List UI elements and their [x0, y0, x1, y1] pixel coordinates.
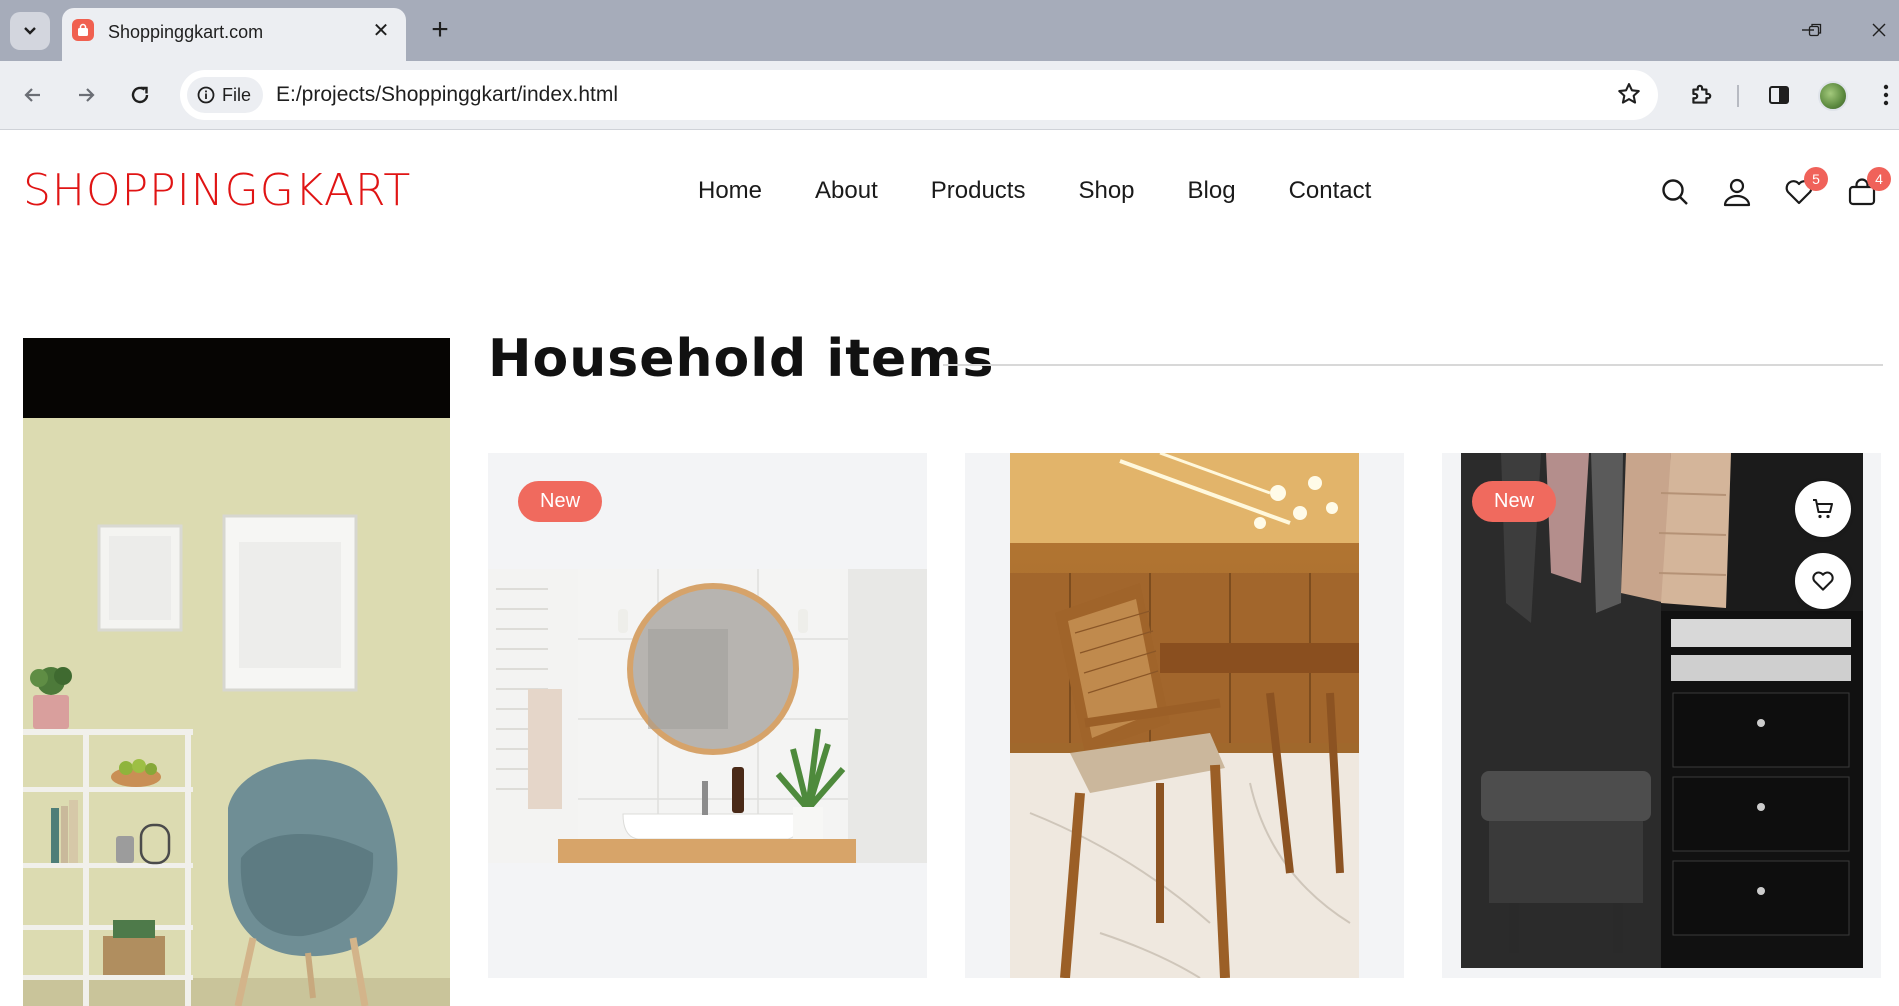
product-card[interactable] [965, 453, 1404, 978]
product-image-chair [1010, 453, 1359, 978]
profile-avatar[interactable] [1818, 81, 1848, 111]
shopping-bag-favicon-icon [72, 19, 94, 41]
nav-contact[interactable]: Contact [1289, 177, 1372, 205]
tab-search-button[interactable] [10, 12, 50, 50]
forward-button[interactable] [68, 77, 104, 113]
close-window-button[interactable] [1859, 12, 1899, 48]
cart-button[interactable]: 4 [1845, 167, 1891, 209]
browser-toolbar: File E:/projects/Shoppinggkart/index.htm… [0, 61, 1899, 130]
site-logo[interactable]: SHOPPINGGKART [23, 165, 411, 216]
product-card[interactable]: New [488, 453, 927, 978]
wishlist-count-badge: 5 [1804, 167, 1828, 191]
add-to-cart-button[interactable] [1795, 481, 1851, 537]
toolbar-divider [1737, 85, 1739, 107]
account-button[interactable] [1720, 175, 1754, 209]
tab-close-icon[interactable]: ✕ [368, 17, 394, 43]
web-page: SHOPPINGGKART Home About Products Shop B… [0, 131, 1899, 1006]
product-card[interactable]: New [1442, 453, 1881, 978]
new-badge: New [518, 481, 603, 522]
arrow-left-icon [24, 88, 40, 102]
user-icon [1723, 178, 1751, 207]
chevron-down-icon [24, 27, 36, 35]
tab-title: Shoppinggkart.com [108, 22, 264, 42]
extensions-button[interactable] [1683, 77, 1719, 113]
nav-blog[interactable]: Blog [1188, 177, 1236, 205]
new-tab-button[interactable]: + [424, 13, 456, 46]
puzzle-icon [1692, 84, 1712, 104]
nav-about[interactable]: About [815, 177, 878, 205]
reload-icon [131, 86, 149, 104]
back-button[interactable] [15, 77, 51, 113]
close-icon [1872, 23, 1886, 37]
nav-products[interactable]: Products [931, 177, 1026, 205]
cart-count-badge: 4 [1867, 167, 1891, 191]
product-image-wardrobe [1461, 453, 1863, 978]
restore-button[interactable] [1795, 12, 1835, 48]
browser-tab-bar: Shoppinggkart.com ✕ + [0, 0, 1899, 61]
side-panel-button[interactable] [1761, 77, 1797, 113]
cart-icon [1813, 499, 1833, 519]
side-panel-icon [1769, 86, 1789, 104]
category-banner-image[interactable] [23, 338, 450, 1006]
info-icon [197, 86, 215, 104]
bookmark-star-icon[interactable] [1616, 81, 1642, 112]
reload-button[interactable] [122, 77, 158, 113]
kebab-menu-icon [1883, 84, 1889, 106]
nav-home[interactable]: Home [698, 177, 762, 205]
browser-tab[interactable]: Shoppinggkart.com ✕ [62, 8, 406, 61]
chip-label: File [222, 84, 252, 105]
search-icon [1662, 179, 1688, 205]
url-text[interactable]: E:/projects/Shoppinggkart/index.html [276, 83, 618, 107]
product-image-bathroom [488, 569, 927, 863]
search-button[interactable] [1658, 175, 1692, 209]
main-nav: Home About Products Shop Blog Contact [698, 177, 1424, 205]
add-to-wishlist-button[interactable] [1795, 553, 1851, 609]
restore-icon [1808, 23, 1822, 37]
section-title: Household items [488, 329, 995, 389]
site-info-chip[interactable]: File [187, 77, 263, 113]
browser-menu-button[interactable] [1868, 77, 1899, 113]
arrow-right-icon [79, 88, 95, 102]
new-badge: New [1472, 481, 1557, 522]
address-bar[interactable]: File E:/projects/Shoppinggkart/index.htm… [180, 70, 1658, 120]
nav-shop[interactable]: Shop [1078, 177, 1134, 205]
wishlist-button[interactable]: 5 [1782, 167, 1828, 209]
heart-icon [1812, 571, 1834, 591]
section-title-divider [943, 364, 1883, 366]
